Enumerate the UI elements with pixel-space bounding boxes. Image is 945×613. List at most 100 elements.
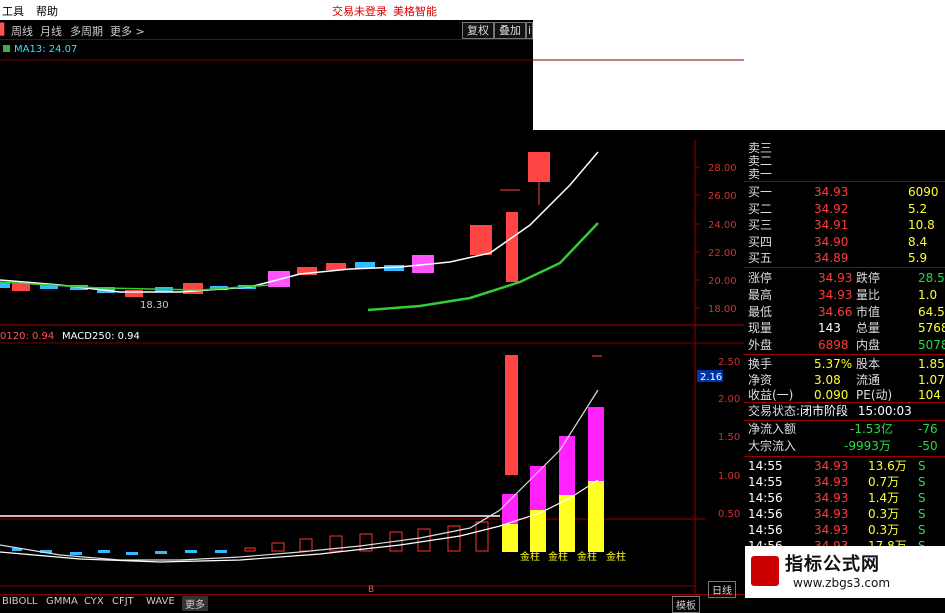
tab-cfjt[interactable]: CFJT [112,596,134,607]
brand-name: 美格智能 [393,5,437,18]
macd-bars [244,521,489,552]
pillar-bottom [588,481,604,552]
trade-status-row: 交易状态:闭市阶段 15:00:03 [748,404,912,418]
watermark-url: www.zbgs3.com [793,576,891,590]
macd-bar [417,528,431,552]
extra-button[interactable]: i [526,22,534,39]
macd-bar [215,550,227,553]
macd-bar [98,550,110,553]
current-value: 2.16 [700,372,722,383]
macd-peak-bar [505,355,518,475]
macd-bar [244,547,256,552]
stat-row: 最高 34.93 量比 1.0 [748,287,938,302]
watermark: 指标公式网 www.zbgs3.com [745,546,945,598]
pillar-top [588,407,604,481]
ma13-label: MA13: 24.07 [14,44,77,55]
macd-bar [155,551,167,554]
watermark-logo-icon [751,556,779,586]
buy-level-row: 买三 34.91 10.8 [748,218,935,232]
tab-multi-period[interactable]: 多周期 [70,23,103,39]
menu-tools[interactable]: 工具 [2,3,24,19]
overlay-button[interactable]: 叠加 [494,22,526,39]
sub-y-tick: 0.50 [718,509,740,520]
template-button[interactable]: 模板 [672,596,700,613]
net-inflow-row: 净流入额 -1.53亿 -76 [748,422,938,436]
chart-area[interactable]: 28.00 26.00 24.00 22.00 20.00 18.00 2.50… [0,40,744,594]
main-y-axis: 28.00 26.00 24.00 22.00 20.00 18.00 [695,163,737,315]
golden-label: 金柱 [548,550,568,563]
tab-month[interactable]: 月线 [40,23,62,39]
macd-neg-bars [12,548,227,555]
tab-gmma[interactable]: GMMA [46,596,78,607]
candle [355,262,375,268]
low-price-label: 18.30 [140,300,169,311]
fq-button[interactable]: 复权 [462,22,494,39]
divider [744,354,945,355]
pillar-bottom [559,495,575,552]
tab-more[interactable]: 更多 > [110,23,145,39]
toolbar-marker: ▌ [0,23,9,36]
main-y-tick: 26.00 [708,191,737,202]
buy-level-row: 买二 34.92 5.2 [748,201,928,216]
golden-label: 金柱 [606,550,626,563]
sub-y-tick: 2.00 [718,394,740,405]
tick-row: 14:55 34.93 0.7万 S [748,475,926,489]
candle [470,225,492,255]
tab-week[interactable]: 周线 [11,23,33,39]
macd-bar [271,542,285,552]
block-inflow-row: 大宗流入 -9993万 -50 [748,439,938,453]
period-day-button[interactable]: 日线 [708,581,736,598]
macd-bar [185,550,197,553]
sub-y-tick: 1.00 [718,471,740,482]
candle [125,290,143,297]
pillar-bottom [502,524,518,552]
main-y-tick: 20.00 [708,276,737,287]
candle [506,212,518,282]
menu-bar: 工具 帮助 交易未登录 美格智能 [0,0,533,20]
main-y-tick: 18.00 [708,304,737,315]
login-status[interactable]: 交易未登录 [332,3,387,19]
divider [744,456,945,457]
macd-bar [299,538,313,552]
stat-row: 外盘 6898 内盘 5078 [748,338,945,353]
buy-level-row: 买五 34.89 5.9 [748,251,928,265]
indicator-label-1: 0120: 0.94 [0,331,54,342]
tab-biboll[interactable]: BIBOLL [2,596,38,607]
tick-row: 14:56 34.93 1.4万 S [748,491,926,505]
sub-y-tick: 2.50 [718,357,740,368]
watermark-title: 指标公式网 [785,554,880,575]
tab-cyx[interactable]: CYX [84,596,104,607]
period-toolbar: ▌ 周线 月线 多周期 更多 > 复权 叠加 i [0,21,534,40]
pillar-bottom [530,510,546,552]
candle [183,283,203,294]
quote-panel: 卖三 卖二 卖一 买一 34.93 6090 买二 34.92 5.2 买三 34.91 10.… [744,140,945,609]
golden-label: 金柱 [577,550,597,563]
tick-row: 14:55 34.93 13.6万 S [748,459,926,473]
stat-row: 涨停 34.93 跌停 28.5 [748,271,945,285]
macd-bar [126,552,138,555]
pillar-top [559,436,575,495]
menu-help[interactable]: 帮助 [36,3,58,19]
buy-level-row: 买一 34.93 6090 [748,185,939,199]
main-y-tick: 24.00 [708,220,737,231]
pillar-top [502,494,518,524]
divider [744,267,945,268]
candlesticks [0,152,550,297]
stat-row: 现量 143 总量 5768 [748,321,945,336]
sub-y-tick: 1.50 [718,432,740,443]
indicator-label-2: MACD250: 0.94 [62,331,140,342]
tick-row: 14:56 34.93 0.3万 S [748,507,926,521]
divider [744,181,945,182]
buy-level-row: 买四 34.90 8.4 [748,234,928,249]
sub-y-axis: 2.50 2.00 1.50 1.00 0.50 2.16 [697,357,740,520]
macd-bar [70,552,82,555]
tick-row: 14:56 34.93 0.3万 S [748,523,926,537]
stat-row: 最低 34.66 市值 64.5 [748,304,945,319]
tab-wave[interactable]: WAVE [146,596,175,607]
main-y-tick: 28.00 [708,163,737,174]
main-y-tick: 22.00 [708,248,737,259]
scroll-marker: B [368,585,374,594]
stat-row: 净资 3.08 流通 1.07 [748,372,945,387]
golden-label: 金柱 [520,550,540,563]
stat-row: 换手 5.37% 股本 1.85 [748,357,945,371]
